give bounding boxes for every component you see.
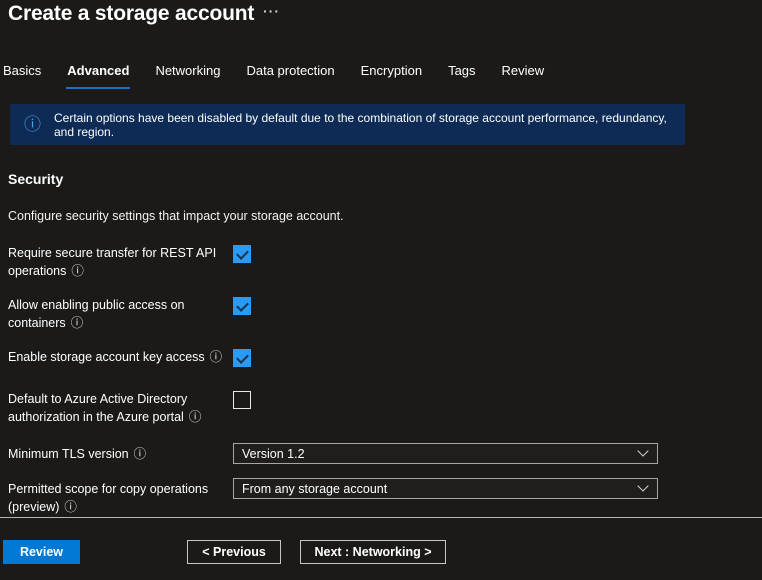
- section-description: Configure security settings that impact …: [8, 209, 344, 223]
- chevron-down-icon: [637, 480, 648, 491]
- banner-message: Certain options have been disabled by de…: [54, 111, 671, 139]
- key-access-checkbox[interactable]: [233, 349, 251, 367]
- dropdown-selected-value: From any storage account: [242, 482, 387, 496]
- page-title: Create a storage account: [8, 2, 254, 26]
- more-options-icon[interactable]: [263, 3, 280, 19]
- aad-default-checkbox[interactable]: [233, 391, 251, 409]
- tab-advanced[interactable]: Advanced: [66, 61, 130, 89]
- tab-basics[interactable]: Basics: [2, 61, 42, 89]
- tab-data-protection[interactable]: Data protection: [245, 61, 335, 89]
- field-row-secure-transfer: Require secure transfer for REST API ope…: [8, 244, 708, 280]
- footer-actions: Review < Previous Next : Networking >: [3, 540, 446, 564]
- tab-review[interactable]: Review: [501, 61, 546, 89]
- field-row-public-access: Allow enabling public access on containe…: [8, 296, 708, 332]
- info-icon[interactable]: [71, 262, 84, 280]
- tab-tags[interactable]: Tags: [447, 61, 476, 89]
- review-button[interactable]: Review: [3, 540, 80, 564]
- info-icon[interactable]: [134, 445, 147, 463]
- secure-transfer-checkbox[interactable]: [233, 245, 251, 263]
- footer-divider: [0, 517, 762, 518]
- chevron-down-icon: [637, 445, 648, 456]
- field-label: Require secure transfer for REST API ope…: [8, 246, 216, 278]
- tab-networking[interactable]: Networking: [154, 61, 221, 89]
- next-networking-button[interactable]: Next : Networking >: [300, 540, 446, 564]
- field-label: Default to Azure Active Directory author…: [8, 392, 187, 424]
- info-icon: [24, 116, 41, 133]
- previous-button[interactable]: < Previous: [187, 540, 281, 564]
- tab-bar: Basics Advanced Networking Data protecti…: [2, 61, 545, 89]
- min-tls-dropdown[interactable]: Version 1.2: [233, 443, 658, 464]
- public-access-checkbox[interactable]: [233, 297, 251, 315]
- field-row-key-access: Enable storage account key access: [8, 348, 708, 367]
- tab-encryption[interactable]: Encryption: [360, 61, 423, 89]
- field-row-aad-default: Default to Azure Active Directory author…: [8, 390, 708, 426]
- field-label: Permitted scope for copy operations (pre…: [8, 482, 208, 514]
- field-label: Minimum TLS version: [8, 447, 129, 461]
- field-row-min-tls: Minimum TLS version Version 1.2: [8, 443, 708, 464]
- info-banner: Certain options have been disabled by de…: [10, 104, 685, 145]
- info-icon[interactable]: [210, 348, 223, 366]
- info-icon[interactable]: [64, 498, 77, 516]
- info-icon[interactable]: [189, 408, 202, 426]
- field-label: Enable storage account key access: [8, 350, 205, 364]
- security-settings-form: Require secure transfer for REST API ope…: [8, 244, 708, 524]
- field-label: Allow enabling public access on containe…: [8, 298, 185, 330]
- dropdown-selected-value: Version 1.2: [242, 447, 305, 461]
- info-icon[interactable]: [71, 314, 84, 332]
- section-heading-security: Security: [8, 171, 63, 187]
- copy-scope-dropdown[interactable]: From any storage account: [233, 478, 658, 499]
